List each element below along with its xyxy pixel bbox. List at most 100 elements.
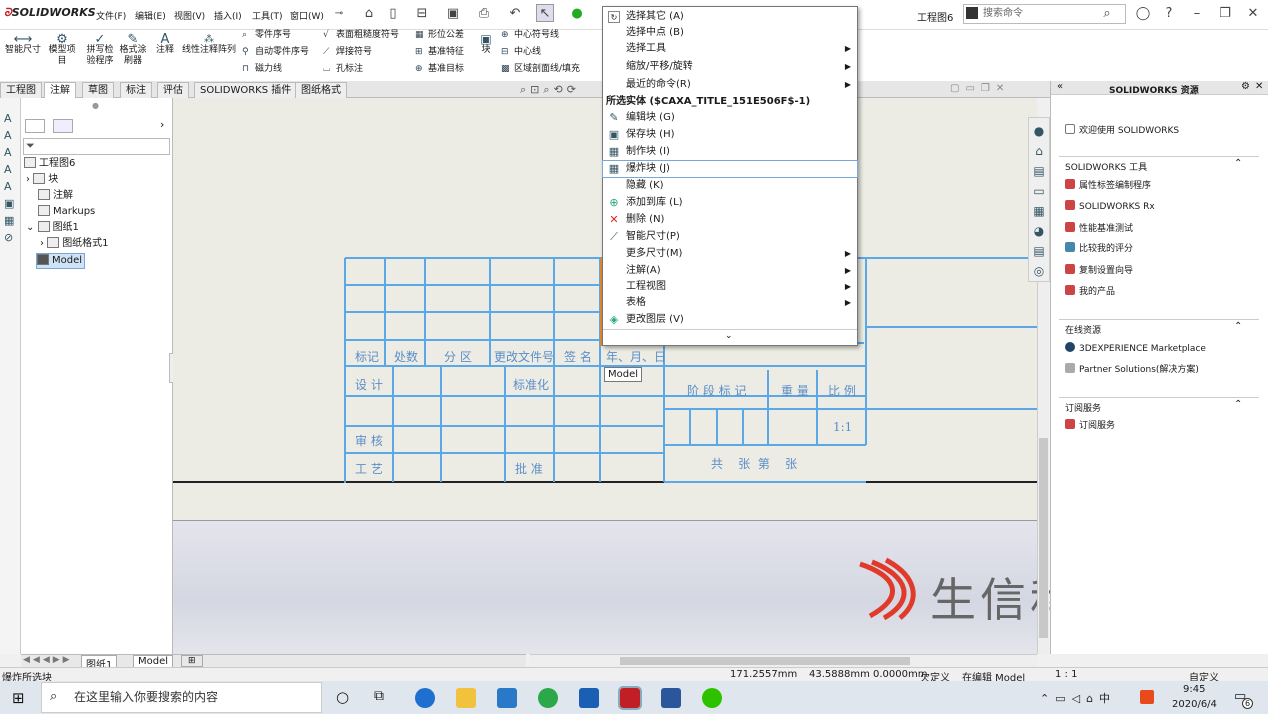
taskbar-search-input[interactable]: 在这里输入你要搜索的内容 [41, 682, 322, 713]
solidworks-taskbar-icon[interactable] [618, 686, 642, 710]
restore-icon[interactable]: ❐ [1216, 5, 1234, 23]
datum-target-button[interactable]: ⊕ 基准目标 [415, 64, 464, 75]
weld-symbol-button[interactable]: ⟋ 焊接符号 [323, 47, 372, 58]
link-3dexperience-marketplace[interactable]: 3DEXPERIENCE Marketplace [1065, 342, 1206, 354]
pane-settings-icon[interactable]: ⚙ [1241, 81, 1250, 92]
tree-item-markups[interactable]: Markups [38, 205, 95, 219]
tree-item-blocks[interactable]: › 块 [26, 173, 58, 187]
menu-zoom-pan-rotate[interactable]: 缩放/平移/旋转 ▶ [603, 59, 857, 75]
hole-callout-button[interactable]: ⌴ 孔标注 [323, 64, 363, 75]
menu-recent-commands[interactable]: 最近的命令(R) ▶ [603, 77, 857, 93]
add-sheet-tab[interactable]: ⊞ [181, 655, 203, 667]
menu-change-layer[interactable]: ◈ 更改图层 (V) [603, 312, 857, 328]
tool-property-tab-builder[interactable]: 属性标签编制程序 [1065, 178, 1151, 191]
welcome-link[interactable]: 欢迎使用 SOLIDWORKS [1065, 123, 1179, 136]
subscription-section-header[interactable]: 订阅服务 [1065, 401, 1101, 414]
cortana-icon[interactable]: ○ [336, 688, 349, 706]
tree-root[interactable]: 工程图6 [24, 157, 75, 171]
chevron-up-icon[interactable]: ⌃ [1234, 399, 1242, 410]
tools-section-header[interactable]: SOLIDWORKS 工具 [1065, 160, 1147, 173]
system-tray-icons[interactable]: ⌃▭◁⌂中 [1040, 690, 1116, 706]
tab-sheet-format[interactable]: 图纸格式 [295, 82, 347, 98]
search-icon[interactable]: ⌕ [1098, 5, 1116, 23]
tab-drawing[interactable]: 工程图 [0, 82, 42, 98]
menu-tables[interactable]: 表格 ▶ [603, 295, 857, 311]
wechat-icon[interactable] [702, 688, 722, 708]
new-document-icon[interactable]: ▯ [384, 5, 402, 23]
h-scrollbar-thumb[interactable] [620, 657, 910, 665]
taskbar-time[interactable]: 9:45 [1183, 684, 1205, 695]
note-button[interactable]: A 注释 [152, 33, 178, 56]
vertical-scrollbar[interactable] [1037, 282, 1049, 654]
sheet-nav-arrows[interactable]: ◀◀◀▶▶ [23, 655, 73, 665]
menu-select-other[interactable]: ↻ 选择其它 (A) [603, 9, 857, 25]
task-view-icon[interactable]: ⧉ [374, 688, 384, 704]
ie-icon[interactable] [538, 688, 558, 708]
format-painter-button[interactable]: ✎ 格式涂 刷器 [117, 33, 149, 67]
menu-hide[interactable]: 隐藏 (K) [603, 178, 857, 194]
chevron-up-icon[interactable]: ⌃ [1234, 321, 1242, 332]
menu-add-to-library[interactable]: ⊕ 添加到库 (L) [603, 195, 857, 211]
windows-start-icon[interactable]: ⊞ [12, 689, 25, 707]
chevron-right-icon[interactable]: › [160, 118, 164, 131]
select-icon[interactable]: ↖ [536, 4, 554, 22]
property-manager-tab-icon[interactable] [53, 119, 73, 133]
menu-smart-dimension[interactable]: ⟋ 智能尺寸(P) [603, 229, 857, 245]
menu-tools[interactable]: 工具(T) [252, 9, 283, 22]
menu-more-dimensions[interactable]: 更多尺寸(M) ▶ [603, 246, 857, 262]
menu-delete[interactable]: ✕ 删除 (N) [603, 212, 857, 228]
tool-performance-benchmark[interactable]: 性能基准测试 [1065, 221, 1133, 234]
collapse-pane-icon[interactable]: « [1057, 81, 1063, 92]
close-icon[interactable]: ✕ [1244, 5, 1262, 23]
linear-note-pattern-button[interactable]: ⁂ 线性注释阵列 [180, 34, 238, 56]
center-mark-button[interactable]: ⊕ 中心符号线 [501, 30, 559, 41]
menu-selection-tools[interactable]: 选择工具 ▶ [603, 41, 857, 57]
annotation-shortcut-icons[interactable]: A A A A A ▣ ▦ ⊘ [4, 110, 14, 246]
mail-icon[interactable] [497, 688, 517, 708]
solidworks-logo[interactable]: ᘐSOLIDWORKS [4, 6, 96, 20]
geometric-tolerance-button[interactable]: ▦ 形位公差 [415, 30, 464, 41]
menu-explode-block[interactable]: ▦ 爆炸块 (J) [602, 160, 858, 178]
undo-icon[interactable]: ↶ [506, 5, 524, 23]
menu-file[interactable]: 文件(F) [96, 9, 126, 22]
menu-expand-chevron-icon[interactable]: ⌄ [725, 331, 733, 341]
menu-annotations[interactable]: 注解(A) ▶ [603, 263, 857, 279]
status-scale[interactable]: 1 : 1 [1055, 669, 1077, 680]
file-explorer-icon[interactable] [456, 688, 476, 708]
link-partner-solutions[interactable]: Partner Solutions(解决方案) [1065, 362, 1199, 375]
edge-icon[interactable] [415, 688, 435, 708]
tool-compare-score[interactable]: 比较我的评分 [1065, 241, 1133, 254]
outlook-icon[interactable] [579, 688, 599, 708]
tool-copy-settings[interactable]: 复制设置向导 [1065, 263, 1133, 276]
menu-window[interactable]: 窗口(W) [290, 9, 324, 22]
pin-icon[interactable]: ⊸ [330, 5, 348, 23]
menu-view[interactable]: 视图(V) [174, 9, 205, 22]
home-icon[interactable]: ⌂ [360, 5, 378, 23]
menu-edit[interactable]: 编辑(E) [135, 9, 166, 22]
menu-make-block[interactable]: ▦ 制作块 (I) [603, 144, 857, 160]
model-items-button[interactable]: ⚙ 模型项目 [46, 33, 78, 67]
menu-drawing-views[interactable]: 工程视图 ▶ [603, 279, 857, 295]
user-icon[interactable]: ◯ [1134, 5, 1152, 23]
tree-item-model[interactable]: Model [36, 253, 86, 269]
feature-manager-tab-icon[interactable] [25, 119, 45, 133]
print-icon[interactable]: ⎙ [475, 5, 493, 23]
smart-dimension-button[interactable]: ⟷ 智能尺寸 [4, 33, 42, 56]
minimize-icon[interactable]: – [1188, 5, 1206, 23]
tree-item-sheet1[interactable]: ⌄ 图纸1 [26, 221, 79, 235]
tree-filter-input[interactable]: ⏷ [23, 138, 170, 155]
magnetic-line-button[interactable]: ⊓ 磁力线 [242, 64, 282, 75]
task-pane-tab-icons[interactable]: ● ⌂ ▤ ▭ ▦ ◕ ▤ ◎ [1032, 121, 1046, 281]
tab-sketch[interactable]: 草图 [82, 82, 114, 98]
tab-dimension[interactable]: 标注 [120, 82, 152, 98]
window-controls[interactable]: ▢▭❐✕ [950, 83, 1010, 94]
horizontal-scrollbar[interactable] [530, 654, 1037, 667]
surface-finish-button[interactable]: √ 表面粗糙度符号 [323, 30, 399, 41]
word-icon[interactable] [661, 688, 681, 708]
open-icon[interactable]: ⊟ [413, 5, 431, 23]
taskbar-date[interactable]: 2020/6/4 [1172, 699, 1217, 710]
online-section-header[interactable]: 在线资源 [1065, 323, 1101, 336]
block-button[interactable]: ▣ 块 [478, 33, 494, 56]
menu-select-midpoint[interactable]: 选择中点 (B) [603, 25, 857, 41]
save-icon[interactable]: ▣ [444, 5, 462, 23]
